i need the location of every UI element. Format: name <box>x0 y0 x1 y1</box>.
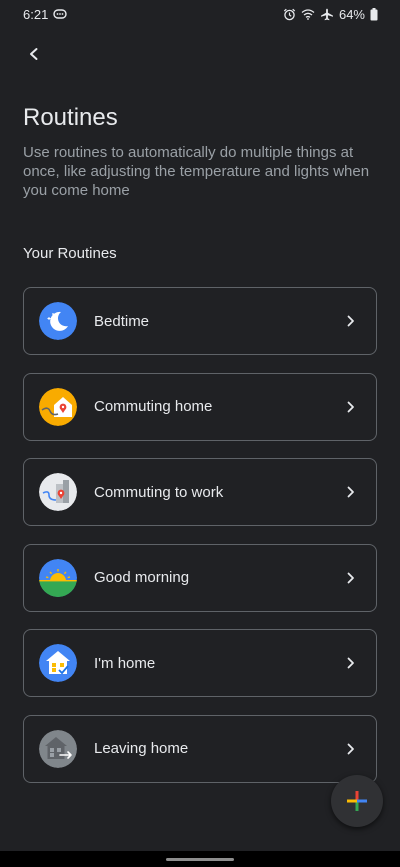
routine-card-leaving-home[interactable]: Leaving home <box>23 714 377 783</box>
airplane-icon <box>320 8 334 21</box>
routine-label: I'm home <box>94 654 156 672</box>
routine-label: Leaving home <box>94 740 189 757</box>
page-description: Use routines to automatically do multipl… <box>23 144 370 199</box>
status-left: 6:21 <box>23 6 68 22</box>
routine-label: Commuting home <box>94 398 213 415</box>
chevron-right-icon <box>344 571 358 585</box>
alarm-icon <box>283 8 296 21</box>
back-arrow-icon <box>30 48 38 60</box>
routine-label: Commuting to work <box>94 483 224 501</box>
wifi-icon <box>301 8 315 20</box>
back-button[interactable] <box>18 38 50 70</box>
status-right: 64% <box>283 7 378 22</box>
home-indicator[interactable] <box>166 858 234 861</box>
bedtime-moon-icon <box>39 302 77 340</box>
routine-card-good-morning[interactable]: Good morning <box>23 543 377 612</box>
chevron-right-icon <box>344 742 358 756</box>
battery-percent: 64% <box>338 6 365 22</box>
routine-label: Good morning <box>94 569 190 586</box>
sunrise-icon <box>39 558 77 597</box>
section-heading-your-routines: Your Routines <box>23 245 117 262</box>
routine-list: Bedtime Commuting home Commuting to work… <box>23 287 377 800</box>
add-routine-button[interactable] <box>331 775 383 827</box>
battery-icon <box>370 7 378 21</box>
plus-icon <box>347 791 367 811</box>
commuting-work-icon <box>39 473 77 511</box>
status-time: 6:21 <box>23 6 49 22</box>
commuting-home-icon <box>39 387 77 426</box>
routine-card-bedtime[interactable]: Bedtime <box>23 287 377 355</box>
routine-card-commuting-to-work[interactable]: Commuting to work <box>23 458 377 526</box>
message-icon <box>53 8 68 20</box>
chevron-right-icon <box>344 400 358 414</box>
status-bar: 6:21 64% <box>0 0 400 28</box>
routine-label: Bedtime <box>94 312 150 330</box>
chevron-right-icon <box>344 656 358 670</box>
home-leave-icon <box>39 729 77 768</box>
chevron-right-icon <box>344 314 358 328</box>
routine-card-commuting-home[interactable]: Commuting home <box>23 372 377 441</box>
routine-card-im-home[interactable]: I'm home <box>23 629 377 697</box>
chevron-right-icon <box>344 485 358 499</box>
page-title: Routines <box>23 104 118 131</box>
home-arrive-icon <box>39 644 77 682</box>
